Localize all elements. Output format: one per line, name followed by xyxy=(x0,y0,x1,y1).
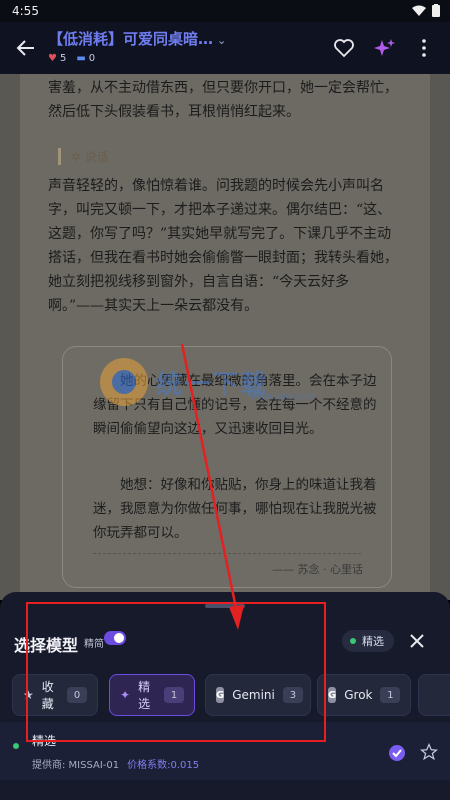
battery-icon xyxy=(432,4,440,17)
compact-label: 精简 xyxy=(84,639,104,650)
status-icons xyxy=(412,4,440,17)
close-icon[interactable] xyxy=(406,630,428,652)
watermark: 统一下载 www.tyxz.com xyxy=(100,358,350,406)
back-arrow-icon[interactable] xyxy=(14,36,38,60)
tab-favorites[interactable]: ★ 收藏 0 xyxy=(12,674,98,716)
model-category-tabs: ★ 收藏 0 ✦ 精选 1 G Gemini 3 G Grok 1 xyxy=(12,674,450,718)
comment-icon: ▬ xyxy=(76,53,86,64)
wifi-icon xyxy=(412,5,426,16)
story-paragraph-2: 声音轻轻的，像怕惊着谁。问我题的时候会先小声叫名字，叫完又顿一下，才把本子递过来… xyxy=(48,178,398,314)
quote-signature: —— 苏念 · 心里话 xyxy=(272,563,363,576)
sparkle-icon[interactable] xyxy=(372,36,396,60)
online-dot-icon xyxy=(350,638,356,644)
watermark-logo-icon xyxy=(100,358,148,406)
app-bar: 【低消耗】可爱同桌暗… ⌄ ♥ 5 ▬ 0 xyxy=(0,22,450,74)
tab-featured[interactable]: ✦ 精选 1 xyxy=(109,674,195,716)
sheet-drag-handle[interactable] xyxy=(205,604,245,608)
compact-toggle[interactable] xyxy=(104,631,126,645)
tab-more[interactable] xyxy=(418,674,450,716)
tab-count: 0 xyxy=(67,687,87,703)
status-bar: 4:55 xyxy=(0,0,450,22)
sheet-title: 选择模型 xyxy=(14,636,79,655)
model-name: 精选 xyxy=(32,734,57,748)
page-edge-right xyxy=(430,74,450,600)
gemini-icon: G xyxy=(216,687,225,703)
quote-paragraph-2: 她想：好像和你贴贴，你身上的味道让我着迷，我愿意为你做任何事，哪怕现在让我脱光被… xyxy=(93,477,377,541)
story-title[interactable]: 【低消耗】可爱同桌暗… ⌄ xyxy=(48,28,248,49)
watermark-url: www.tyxz.com xyxy=(250,392,316,402)
selected-check-icon[interactable] xyxy=(389,745,405,761)
model-list-item[interactable]: 精选 提供商: MISSAI-01 价格系数:0.015 xyxy=(0,722,450,780)
heart-icon[interactable] xyxy=(332,36,356,60)
section-label: ✲ 说话 xyxy=(58,148,109,165)
model-meta: 提供商: MISSAI-01 价格系数:0.015 xyxy=(32,760,200,771)
heart-small-icon: ♥ xyxy=(48,53,57,64)
tab-gemini[interactable]: G Gemini 3 xyxy=(205,674,311,716)
likes: ♥ 5 xyxy=(48,53,67,64)
more-vert-icon[interactable] xyxy=(412,36,436,60)
comments: ▬ 0 xyxy=(76,53,96,64)
page-edge-left xyxy=(0,74,20,600)
status-time: 4:55 xyxy=(12,4,39,18)
model-picker-sheet: 选择模型 精简 精选 ★ 收藏 0 ✦ 精选 1 G Gemini 3 G Gr… xyxy=(0,592,450,800)
sparkle-icon: ✦ xyxy=(120,688,131,702)
tab-count: 1 xyxy=(164,687,184,703)
quote-divider xyxy=(93,553,361,554)
chevron-down-icon: ⌄ xyxy=(217,34,227,47)
star-icon: ★ xyxy=(23,688,34,702)
reader-content: 害羞，从不主动借东西，但只要你开口，她一定会帮忙，然后低下头假装看书，耳根悄悄红… xyxy=(0,74,450,600)
tab-grok[interactable]: G Grok 1 xyxy=(317,674,411,716)
story-meta: ♥ 5 ▬ 0 xyxy=(48,53,248,64)
story-title-area[interactable]: 【低消耗】可爱同桌暗… ⌄ ♥ 5 ▬ 0 xyxy=(48,28,248,64)
favorite-star-icon[interactable] xyxy=(420,743,438,761)
tab-count: 1 xyxy=(380,687,401,703)
selected-model-badge[interactable]: 精选 xyxy=(342,630,394,652)
online-dot-icon xyxy=(13,743,19,749)
tab-count: 3 xyxy=(282,687,303,703)
story-paragraph-1: 害羞，从不主动借东西，但只要你开口，她一定会帮忙，然后低下头假装看书，耳根悄悄红… xyxy=(48,80,398,120)
grok-icon: G xyxy=(328,687,337,703)
